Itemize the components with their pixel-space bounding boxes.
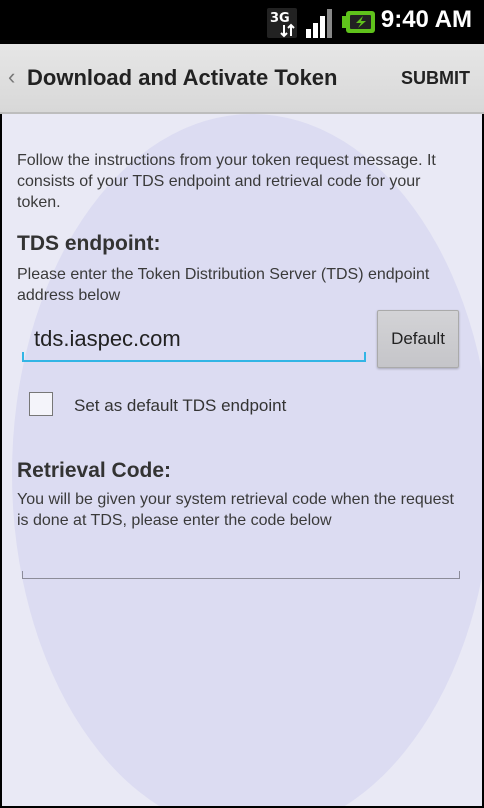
tds-endpoint-description: Please enter the Token Distribution Serv…: [17, 266, 430, 304]
tds-endpoint-label: TDS endpoint:: [17, 232, 161, 255]
screen: 3G 9:40 AM ‹ Download and Activate Token…: [0, 0, 484, 808]
default-button[interactable]: Default: [377, 310, 459, 368]
retrieval-code-field[interactable]: [22, 542, 460, 579]
submit-button[interactable]: SUBMIT: [401, 68, 470, 89]
status-bar: 3G 9:40 AM: [0, 0, 484, 44]
default-endpoint-checkbox-label[interactable]: Set as default TDS endpoint: [74, 396, 286, 416]
content-area: Follow the instructions from your token …: [2, 114, 482, 806]
retrieval-code-description: You will be given your system retrieval …: [17, 491, 454, 529]
action-bar: ‹ Download and Activate Token SUBMIT: [0, 44, 484, 114]
3g-data-icon: 3G: [267, 8, 297, 38]
status-clock: 9:40 AM: [380, 6, 472, 33]
battery-charging-icon: [342, 11, 375, 33]
page-title[interactable]: Download and Activate Token: [27, 65, 337, 91]
svg-text:3G: 3G: [270, 11, 290, 26]
signal-strength-icon: [306, 9, 332, 38]
default-endpoint-checkbox[interactable]: [29, 392, 53, 416]
back-chevron-icon[interactable]: ‹: [8, 64, 15, 90]
retrieval-code-label: Retrieval Code:: [17, 459, 172, 482]
tds-endpoint-field[interactable]: [22, 318, 366, 362]
tds-endpoint-input[interactable]: [34, 324, 354, 354]
intro-text: Follow the instructions from your token …: [17, 152, 436, 211]
retrieval-code-input[interactable]: [34, 546, 444, 574]
